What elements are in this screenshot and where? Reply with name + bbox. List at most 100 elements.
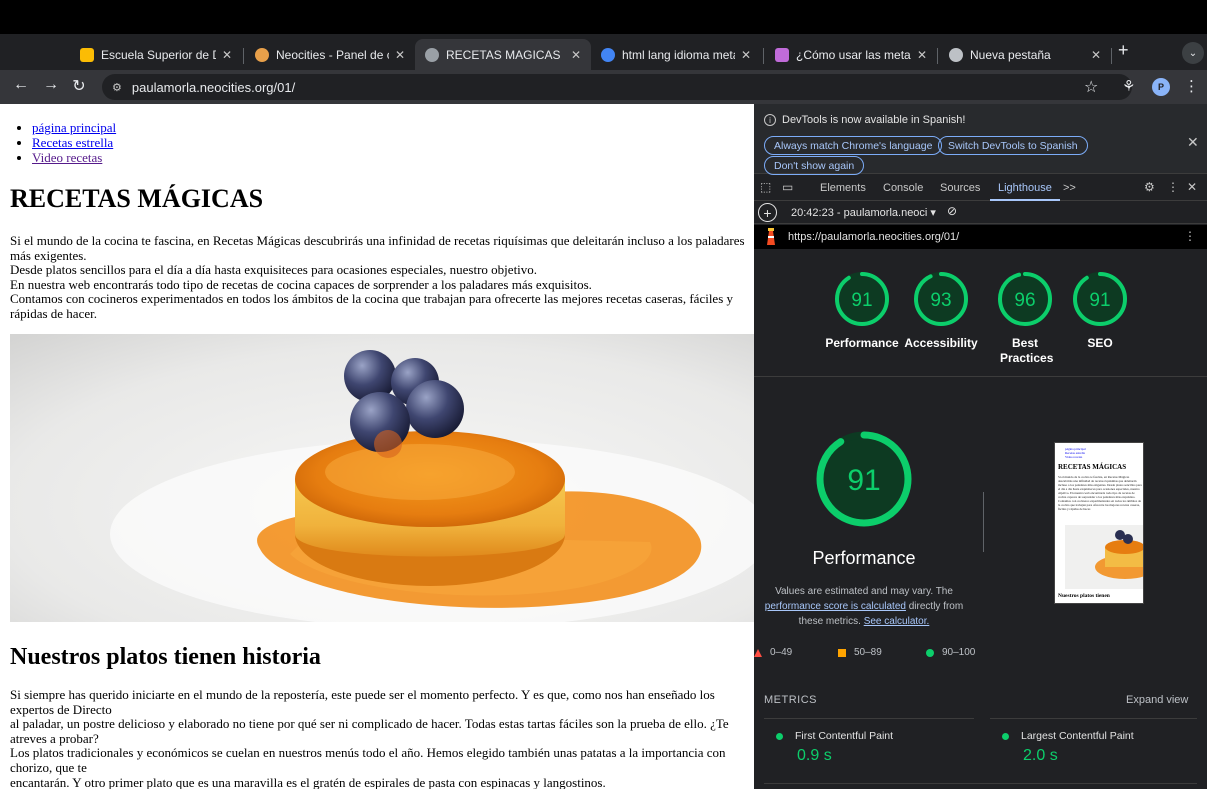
browser-menu-icon[interactable]: ⋮	[1184, 77, 1199, 95]
chrome-icon	[949, 47, 963, 62]
nav-link-videos[interactable]: Video recetas	[32, 150, 102, 165]
profile-avatar[interactable]: P	[1152, 78, 1170, 96]
tab-neocities[interactable]: Neocities - Panel de control ✕	[245, 39, 415, 70]
intro-paragraph: Desde platos sencillos para el día a día…	[10, 262, 538, 278]
thumb-subtitle: Nuestros platos tienen	[1058, 593, 1110, 599]
report-url-bar: https://paulamorla.neocities.org/01/ ⋮	[754, 225, 1207, 249]
tab-title: Neocities - Panel de control	[276, 47, 389, 62]
legend-fail: 0–49	[754, 647, 792, 658]
tab-lighthouse[interactable]: Lighthouse	[998, 182, 1052, 194]
see-calculator-link[interactable]: See calculator.	[864, 616, 930, 627]
gauge-ring: 91	[835, 272, 889, 326]
bookmark-star-icon[interactable]: ☆	[1084, 77, 1098, 97]
extensions-icon[interactable]: ⚘	[1122, 77, 1135, 95]
nav-link-home[interactable]: página principal	[32, 120, 116, 135]
nav-item: página principal	[32, 120, 116, 135]
report-selector-label: 20:42:23 - paulamorla.neoci	[791, 207, 928, 219]
more-tabs-button[interactable]: >>	[1063, 182, 1076, 194]
score-gauge-performance[interactable]: 91 Performance	[823, 270, 901, 351]
tab-sources[interactable]: Sources	[940, 182, 980, 194]
arrow-right-icon: →	[43, 76, 59, 93]
tab-title: Escuela Superior de Diseño	[101, 47, 216, 62]
close-icon[interactable]: ✕	[395, 48, 405, 62]
close-icon[interactable]: ✕	[1187, 134, 1199, 151]
score-gauge-best-practices[interactable]: 96 Best Practices	[986, 270, 1064, 366]
dont-show-again-button[interactable]: Don't show again	[764, 156, 865, 175]
gauge-ring: 91	[1073, 272, 1127, 326]
intro-paragraph: Contamos con cocineros experimentados en…	[10, 291, 734, 321]
web-page: página principal Recetas estrella Video …	[0, 104, 754, 789]
thumb-link: Video recetas	[1065, 455, 1083, 459]
close-icon[interactable]: ✕	[571, 48, 581, 62]
close-icon[interactable]: ✕	[741, 48, 751, 62]
thumb-links: página principal Recetas estrella Video …	[1065, 447, 1086, 459]
expand-view-button[interactable]: Expand view	[1126, 694, 1188, 706]
legend-range: 0–49	[770, 647, 793, 658]
page-title: RECETAS MÁGICAS	[10, 184, 264, 213]
report-selector[interactable]: 20:42:23 - paulamorla.neoci ▾	[791, 206, 936, 219]
tab-separator	[937, 48, 938, 64]
desc-text: Values are estimated and may vary. The	[775, 586, 953, 597]
close-icon[interactable]: ✕	[917, 48, 927, 62]
history-paragraph: encantarán. Y otro primer plato que es u…	[10, 774, 606, 789]
devtools-tabbar: ⬚ ▭ Elements Console Sources Lighthouse …	[754, 175, 1207, 201]
nav-link-featured[interactable]: Recetas estrella	[32, 135, 113, 150]
score-label: SEO	[1087, 336, 1113, 350]
score-value: 91	[1089, 290, 1110, 311]
switch-spanish-button[interactable]: Switch DevTools to Spanish	[938, 136, 1088, 155]
legend-pass: 90–100	[926, 647, 975, 658]
square-icon	[838, 648, 846, 657]
score-value: 96	[1014, 290, 1035, 311]
tab-title: html lang idioma meta - Google	[622, 47, 735, 62]
score-gauge-seo[interactable]: 91 SEO	[1061, 270, 1139, 351]
intro-text: Si el mundo de la cocina te fascina, en …	[10, 233, 745, 322]
clear-reports-icon[interactable]: ⊘	[947, 204, 957, 218]
tab-meta-etiquetas[interactable]: ¿Cómo usar las meta etiquetas? ✕	[765, 39, 937, 70]
reload-button[interactable]: ↻	[68, 76, 90, 96]
match-language-button[interactable]: Always match Chrome's language	[764, 136, 943, 155]
score-calculated-link[interactable]: performance score is calculated	[765, 601, 906, 612]
lighthouse-logo-icon	[767, 228, 775, 245]
flan-hero-image	[10, 334, 754, 622]
metrics-heading: METRICS	[764, 694, 817, 706]
thumb-title: RECETAS MÁGICAS	[1058, 463, 1127, 471]
tab-console[interactable]: Console	[883, 182, 923, 194]
metric-name: Largest Contentful Paint	[1021, 730, 1134, 742]
tab-recetas-magicas[interactable]: RECETAS MAGICAS ✕	[415, 39, 591, 70]
back-button[interactable]: ←	[10, 76, 32, 94]
page-screenshot-thumbnail[interactable]: página principal Recetas estrella Video …	[1054, 442, 1144, 604]
tab-elements[interactable]: Elements	[820, 182, 866, 194]
address-bar[interactable]: ⚙ paulamorla.neocities.org/01/	[102, 74, 1132, 100]
tab-escuela[interactable]: Escuela Superior de Diseño ✕	[70, 39, 242, 70]
performance-score-value: 91	[847, 464, 880, 497]
tab-strip: Escuela Superior de Diseño ✕ Neocities -…	[0, 34, 1207, 70]
score-gauge-accessibility[interactable]: 93 Accessibility	[902, 270, 980, 351]
pass-dot-icon	[1002, 732, 1009, 740]
score-label: Best Practices	[1000, 336, 1054, 365]
report-menu-icon[interactable]: ⋮	[1184, 229, 1196, 243]
site-nav: página principal Recetas estrella Video …	[32, 120, 116, 165]
tab-search-button[interactable]: ⌄	[1182, 42, 1204, 64]
site-info-icon[interactable]: ⚙	[112, 81, 122, 94]
close-icon[interactable]: ✕	[222, 48, 232, 62]
inspect-element-icon[interactable]: ⬚	[760, 180, 771, 194]
url-text: paulamorla.neocities.org/01/	[131, 79, 296, 95]
score-label: Performance	[825, 336, 899, 350]
devtools-menu-icon[interactable]: ⋮	[1167, 180, 1179, 194]
score-value: 91	[851, 290, 872, 311]
tab-nueva-pestana[interactable]: Nueva pestaña ✕	[939, 39, 1111, 70]
tab-google-search[interactable]: html lang idioma meta - Google ✕	[591, 39, 761, 70]
lighthouse-toolbar: + 20:42:23 - paulamorla.neoci ▾ ⊘	[754, 202, 1207, 224]
intro-paragraph: En nuestra web encontrarás todo tipo de …	[10, 276, 592, 292]
score-value: 93	[930, 290, 951, 311]
new-tab-button[interactable]: +	[1118, 40, 1129, 61]
close-icon[interactable]: ✕	[1091, 48, 1101, 62]
divider	[990, 718, 1197, 719]
legend-range: 50–89	[854, 647, 882, 658]
settings-gear-icon[interactable]: ⚙	[1144, 180, 1155, 194]
new-report-button[interactable]: +	[758, 203, 777, 222]
forward-button[interactable]: →	[40, 76, 62, 94]
chevron-down-icon: ⌄	[1188, 47, 1198, 59]
close-icon[interactable]: ✕	[1187, 180, 1197, 194]
device-toolbar-icon[interactable]: ▭	[782, 180, 793, 194]
